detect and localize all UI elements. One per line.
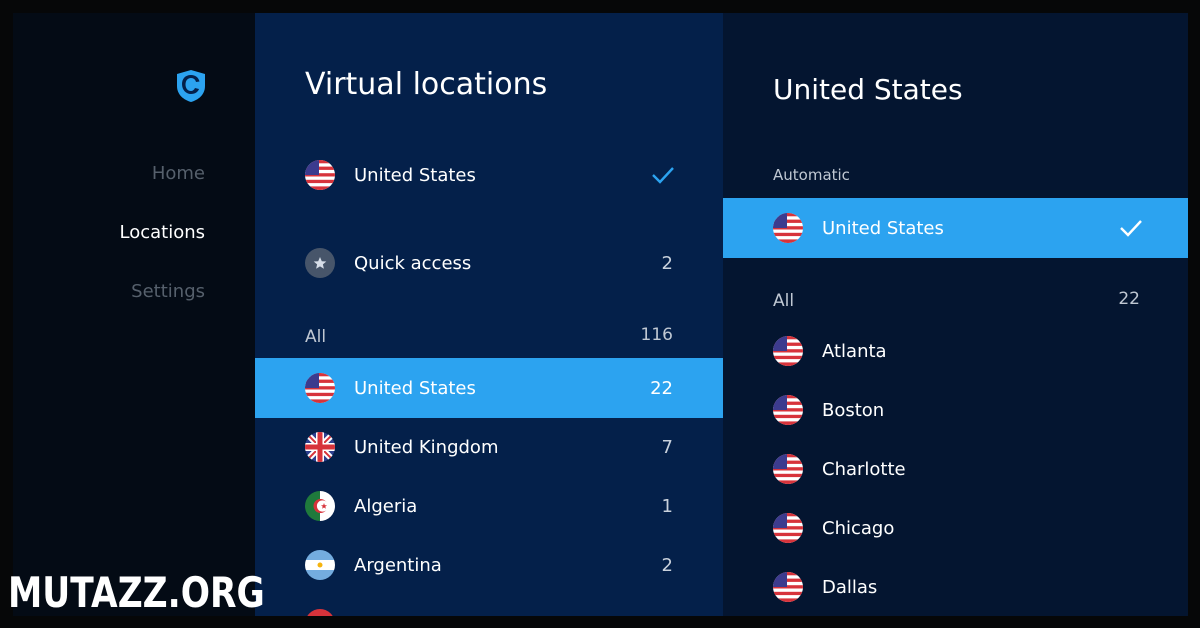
city-label: Chicago xyxy=(822,517,895,539)
all-cities-count: 22 xyxy=(1118,289,1140,309)
automatic-item-label: United States xyxy=(822,217,944,239)
country-row-argentina[interactable]: Argentina 2 xyxy=(255,535,723,595)
automatic-label: Automatic xyxy=(773,166,850,184)
country-label: Algeria xyxy=(354,495,418,517)
country-row-united-states[interactable]: United States 22 xyxy=(255,358,723,418)
us-flag-icon xyxy=(305,373,335,403)
sidebar: Home Locations Settings xyxy=(13,13,255,616)
country-label: United Kingdom xyxy=(354,436,499,458)
city-row-boston[interactable]: Boston xyxy=(723,380,1188,440)
watermark-text: MUTAZZ.ORG xyxy=(8,568,265,617)
shield-logo-icon xyxy=(175,69,207,103)
nav-settings[interactable]: Settings xyxy=(131,281,205,302)
checkmark-icon xyxy=(1119,218,1143,242)
current-location-row[interactable]: United States xyxy=(255,145,723,205)
country-row-united-kingdom[interactable]: United Kingdom 7 xyxy=(255,417,723,477)
nav-locations[interactable]: Locations xyxy=(119,222,205,243)
automatic-row-united-states[interactable]: United States xyxy=(723,198,1188,258)
partial-flag-icon xyxy=(305,609,335,616)
us-flag-icon xyxy=(773,454,803,484)
city-label: Charlotte xyxy=(822,458,906,480)
us-flag-icon xyxy=(773,513,803,543)
locations-panel: Virtual locations United States Quick ac… xyxy=(255,13,723,616)
us-flag-icon xyxy=(773,336,803,366)
country-count: 2 xyxy=(661,554,673,576)
detail-panel: United States Automatic United States Al… xyxy=(723,13,1188,616)
city-row-chicago[interactable]: Chicago xyxy=(723,498,1188,558)
city-label: Dallas xyxy=(822,576,878,598)
current-location-label: United States xyxy=(354,164,476,186)
us-flag-icon xyxy=(773,213,803,243)
star-icon xyxy=(305,248,335,278)
app-window: Home Locations Settings Virtual location… xyxy=(13,13,1188,616)
nav-home[interactable]: Home xyxy=(152,163,205,184)
uk-flag-icon xyxy=(305,432,335,462)
us-flag-icon xyxy=(773,395,803,425)
city-row-charlotte[interactable]: Charlotte xyxy=(723,439,1188,499)
city-row-dallas[interactable]: Dallas xyxy=(723,557,1188,616)
all-section-count: 116 xyxy=(640,325,673,345)
detail-title: United States xyxy=(773,73,963,106)
city-row-atlanta[interactable]: Atlanta xyxy=(723,321,1188,381)
country-count: 1 xyxy=(661,495,673,517)
quick-access-row[interactable]: Quick access 2 xyxy=(255,233,723,293)
quick-access-label: Quick access xyxy=(354,252,472,274)
page-title: Virtual locations xyxy=(305,67,548,102)
country-count: 22 xyxy=(650,377,673,399)
city-label: Atlanta xyxy=(822,340,887,362)
us-flag-icon xyxy=(773,572,803,602)
country-count: 7 xyxy=(661,436,673,458)
all-section-label: All xyxy=(305,327,327,347)
country-label: Argentina xyxy=(354,554,442,576)
city-label: Boston xyxy=(822,399,885,421)
us-flag-icon xyxy=(305,160,335,190)
country-row-algeria[interactable]: Algeria 1 xyxy=(255,476,723,536)
all-cities-label: All xyxy=(773,291,795,311)
dz-flag-icon xyxy=(305,491,335,521)
checkmark-icon xyxy=(651,165,675,189)
quick-access-count: 2 xyxy=(661,252,673,274)
country-label: United States xyxy=(354,377,476,399)
ar-flag-icon xyxy=(305,550,335,580)
